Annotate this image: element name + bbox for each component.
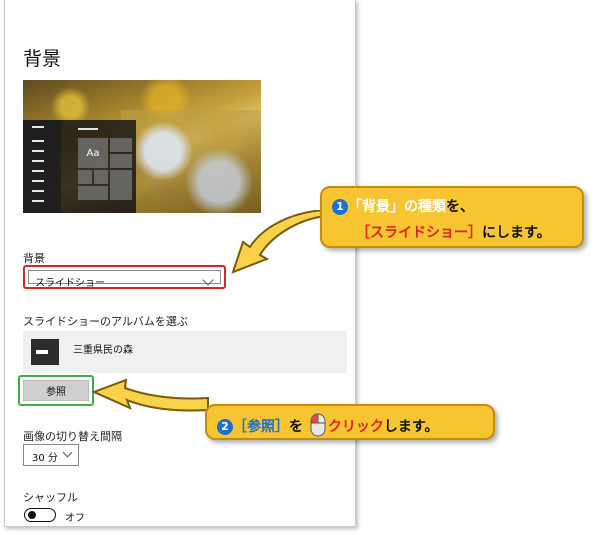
step-number-2: 2 (217, 419, 233, 435)
callout1-text-a: を、 (446, 199, 474, 215)
interval-label: 画像の切り替え間隔 (23, 430, 122, 443)
album-label: スライドショーのアルバムを選ぶ (23, 315, 188, 328)
page-title: 背景 (23, 48, 62, 70)
interval-value: 30 分 (32, 453, 58, 464)
selected-album: 三重県民の森 (23, 331, 347, 373)
preview-title-bar (78, 128, 98, 130)
callout1-slideshow: ［スライドショー］ (356, 225, 482, 241)
album-name: 三重県民の森 (73, 345, 133, 356)
instruction-callout-1: 1 「背景」の種類を、 ［スライドショー］にします。 (320, 186, 584, 248)
instruction-callout-2: 2 ［参照］を クリックします。 (205, 404, 495, 440)
interval-dropdown[interactable]: 30 分 (23, 444, 79, 466)
preview-tile-aa: Aa (78, 138, 108, 168)
background-preview: Aa (23, 80, 261, 213)
background-type-value: スライドショー (35, 278, 105, 289)
album-folder-icon (31, 339, 59, 365)
shuffle-state: オフ (65, 513, 85, 524)
browse-button-highlight: 参照 (18, 375, 94, 406)
browse-button[interactable]: 参照 (23, 380, 89, 401)
chevron-down-icon (62, 447, 73, 458)
chevron-down-icon (202, 274, 214, 286)
preview-sky (121, 110, 261, 213)
callout-arrow-2 (92, 378, 209, 412)
preview-start-menu (23, 120, 61, 213)
preview-tiles: Aa (78, 138, 132, 206)
mouse-icon (310, 413, 326, 437)
callout2-click: クリック (327, 419, 384, 435)
callout1-background-type: 「背景」の種類 (348, 199, 446, 215)
shuffle-label: シャッフル (23, 491, 78, 504)
callout2-text-b: します。 (383, 419, 439, 435)
step-number-1: 1 (332, 199, 348, 215)
callout2-text-a: を (289, 419, 303, 435)
shuffle-toggle[interactable] (24, 508, 56, 522)
toggle-knob (28, 511, 36, 519)
callout1-text-b: にします。 (482, 225, 551, 241)
callout2-browse: ［参照］ (233, 419, 289, 435)
background-label: 背景 (23, 252, 45, 265)
callout-arrow-1 (231, 210, 326, 274)
background-type-dropdown[interactable]: スライドショー (23, 265, 226, 289)
